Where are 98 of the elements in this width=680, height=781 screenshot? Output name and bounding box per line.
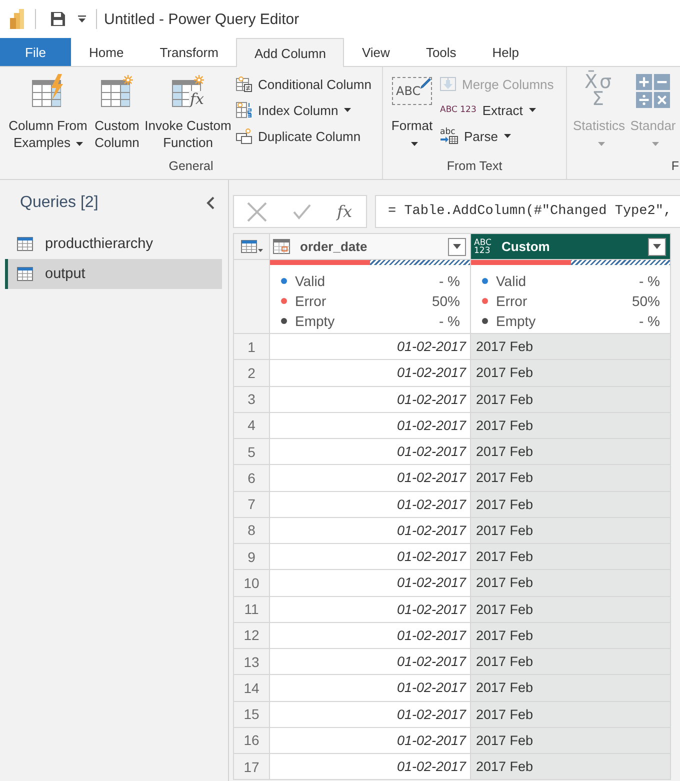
stat-label: Error (295, 293, 328, 309)
table-lightning-icon (31, 74, 65, 108)
table-cell: 2017 Feb (471, 492, 671, 518)
stat-value: - % (439, 313, 460, 329)
table-cell: 01-02-2017 (270, 596, 471, 623)
ribbon-button[interactable]: Conditional Column (233, 71, 374, 97)
stat-label: Empty (496, 313, 537, 329)
arithmetic-icon (636, 74, 670, 108)
column-name: Custom (501, 239, 551, 254)
ribbon-button[interactable]: Duplicate Column (233, 123, 374, 149)
stat-label: Valid (496, 273, 528, 289)
table-cell: 2017 Feb (471, 596, 671, 623)
table-cell: 01-02-2017 (270, 675, 471, 702)
ribbon-tab[interactable]: Transform (142, 38, 236, 66)
stat-label: Empty (295, 313, 336, 329)
group-label: F (670, 158, 680, 175)
table-cell: 2017 Feb (471, 465, 671, 492)
query-item[interactable]: output (5, 259, 222, 289)
table-sparkle-icon (100, 74, 134, 108)
table-cell: 01-02-2017 (270, 649, 471, 676)
table-cell: 2017 Feb (471, 518, 671, 544)
table-condition-icon (236, 76, 252, 92)
table-cell: 2017 Feb (471, 334, 671, 360)
table-cell: 01-02-2017 (270, 386, 471, 413)
caret-icon (653, 244, 661, 249)
column-header[interactable]: order_date (270, 234, 471, 260)
table-cell: 2017 Feb (471, 728, 671, 754)
ribbon-tab[interactable]: Add Column (236, 38, 344, 67)
column-filter-button[interactable] (648, 238, 666, 256)
table-cell: 2017 Feb (471, 570, 671, 596)
table-cell: 01-02-2017 (270, 360, 471, 386)
table-icon (17, 267, 33, 281)
table-cell: 2017 Feb (471, 675, 671, 702)
stat-label: Valid (295, 273, 326, 289)
column-header[interactable]: ABC 123 Custom (471, 234, 671, 260)
format-text-icon: ABC (392, 77, 432, 105)
group-label: From Text (446, 158, 504, 175)
table-cell: 01-02-2017 (270, 622, 471, 649)
table-cell: 01-02-2017 (270, 728, 471, 754)
ribbon-tab[interactable]: View (344, 38, 408, 66)
ribbon-button[interactable]: Custom Column (92, 67, 142, 151)
ribbon-button[interactable]: abc Parse (437, 123, 557, 149)
table-menu-icon[interactable] (240, 240, 262, 254)
logo-icon (10, 9, 24, 29)
table-cell: 2017 Feb (471, 360, 671, 386)
table-cell: 01-02-2017 (270, 518, 471, 544)
group-label: General (168, 158, 214, 175)
table-cell: 01-02-2017 (270, 570, 471, 596)
table-cell: 2017 Feb (471, 386, 671, 413)
table-cell: 01-02-2017 (270, 439, 471, 466)
table-cell: 2017 Feb (471, 439, 671, 466)
save-icon[interactable] (50, 11, 66, 27)
window-title: Untitled - Power Query Editor (104, 10, 300, 28)
table-cell: 2017 Feb (471, 754, 671, 780)
table-icon (17, 237, 33, 251)
ribbon-tab[interactable]: Tools (408, 38, 474, 66)
table-cell: 01-02-2017 (270, 544, 471, 570)
ribbon-tab[interactable]: Help (474, 38, 538, 66)
type-icon: ABC 123 (474, 238, 492, 254)
ribbon-button[interactable]: Index Column (233, 97, 374, 123)
stat-value: 50% (632, 293, 660, 309)
fx-button[interactable]: fx (337, 202, 352, 221)
table-cell: 2017 Feb (471, 622, 671, 649)
stat-value: - % (639, 313, 660, 329)
queries-title: Queries [2] (20, 194, 98, 212)
calendar-icon (273, 239, 290, 254)
collapse-icon[interactable] (206, 196, 215, 210)
caret-icon (453, 244, 461, 249)
table-cell: 01-02-2017 (270, 492, 471, 518)
stat-value: - % (439, 273, 460, 289)
file-tab[interactable]: File (0, 38, 71, 66)
table-cell: 2017 Feb (471, 702, 671, 728)
ribbon-button[interactable]: fx Invoke Custom Function (143, 67, 233, 151)
table-cell: 01-02-2017 (270, 412, 471, 439)
table-cell: 01-02-2017 (270, 754, 471, 780)
duplicate-icon (236, 128, 252, 144)
column-name: order_date (300, 239, 368, 254)
ribbon-tab[interactable]: Home (71, 38, 142, 66)
extract-icon: ABC 123 (440, 106, 476, 114)
caret-icon[interactable] (78, 15, 86, 23)
table-cell: 2017 Feb (471, 412, 671, 439)
check-icon[interactable] (293, 204, 312, 220)
query-item[interactable]: producthierarchy (5, 229, 222, 259)
column-filter-button[interactable] (448, 238, 466, 256)
merge-icon (440, 76, 456, 92)
stat-value: - % (639, 273, 660, 289)
table-index-icon (236, 102, 252, 118)
table-cell: 01-02-2017 (270, 334, 471, 360)
stat-value: 50% (432, 293, 460, 309)
table-cell: 01-02-2017 (270, 465, 471, 492)
ribbon-button[interactable]: ABC Format (387, 67, 437, 151)
table-cell: 2017 Feb (471, 649, 671, 676)
ribbon-button[interactable]: Column From Examples (6, 67, 90, 151)
table-cell: 01-02-2017 (270, 702, 471, 728)
table-cell: 2017 Feb (471, 544, 671, 570)
formula-field[interactable]: = Table.AddColumn(#"Changed Type2", (375, 195, 680, 228)
stat-label: Error (496, 293, 528, 309)
ribbon-button[interactable]: ABC 123 Extract (437, 97, 557, 123)
